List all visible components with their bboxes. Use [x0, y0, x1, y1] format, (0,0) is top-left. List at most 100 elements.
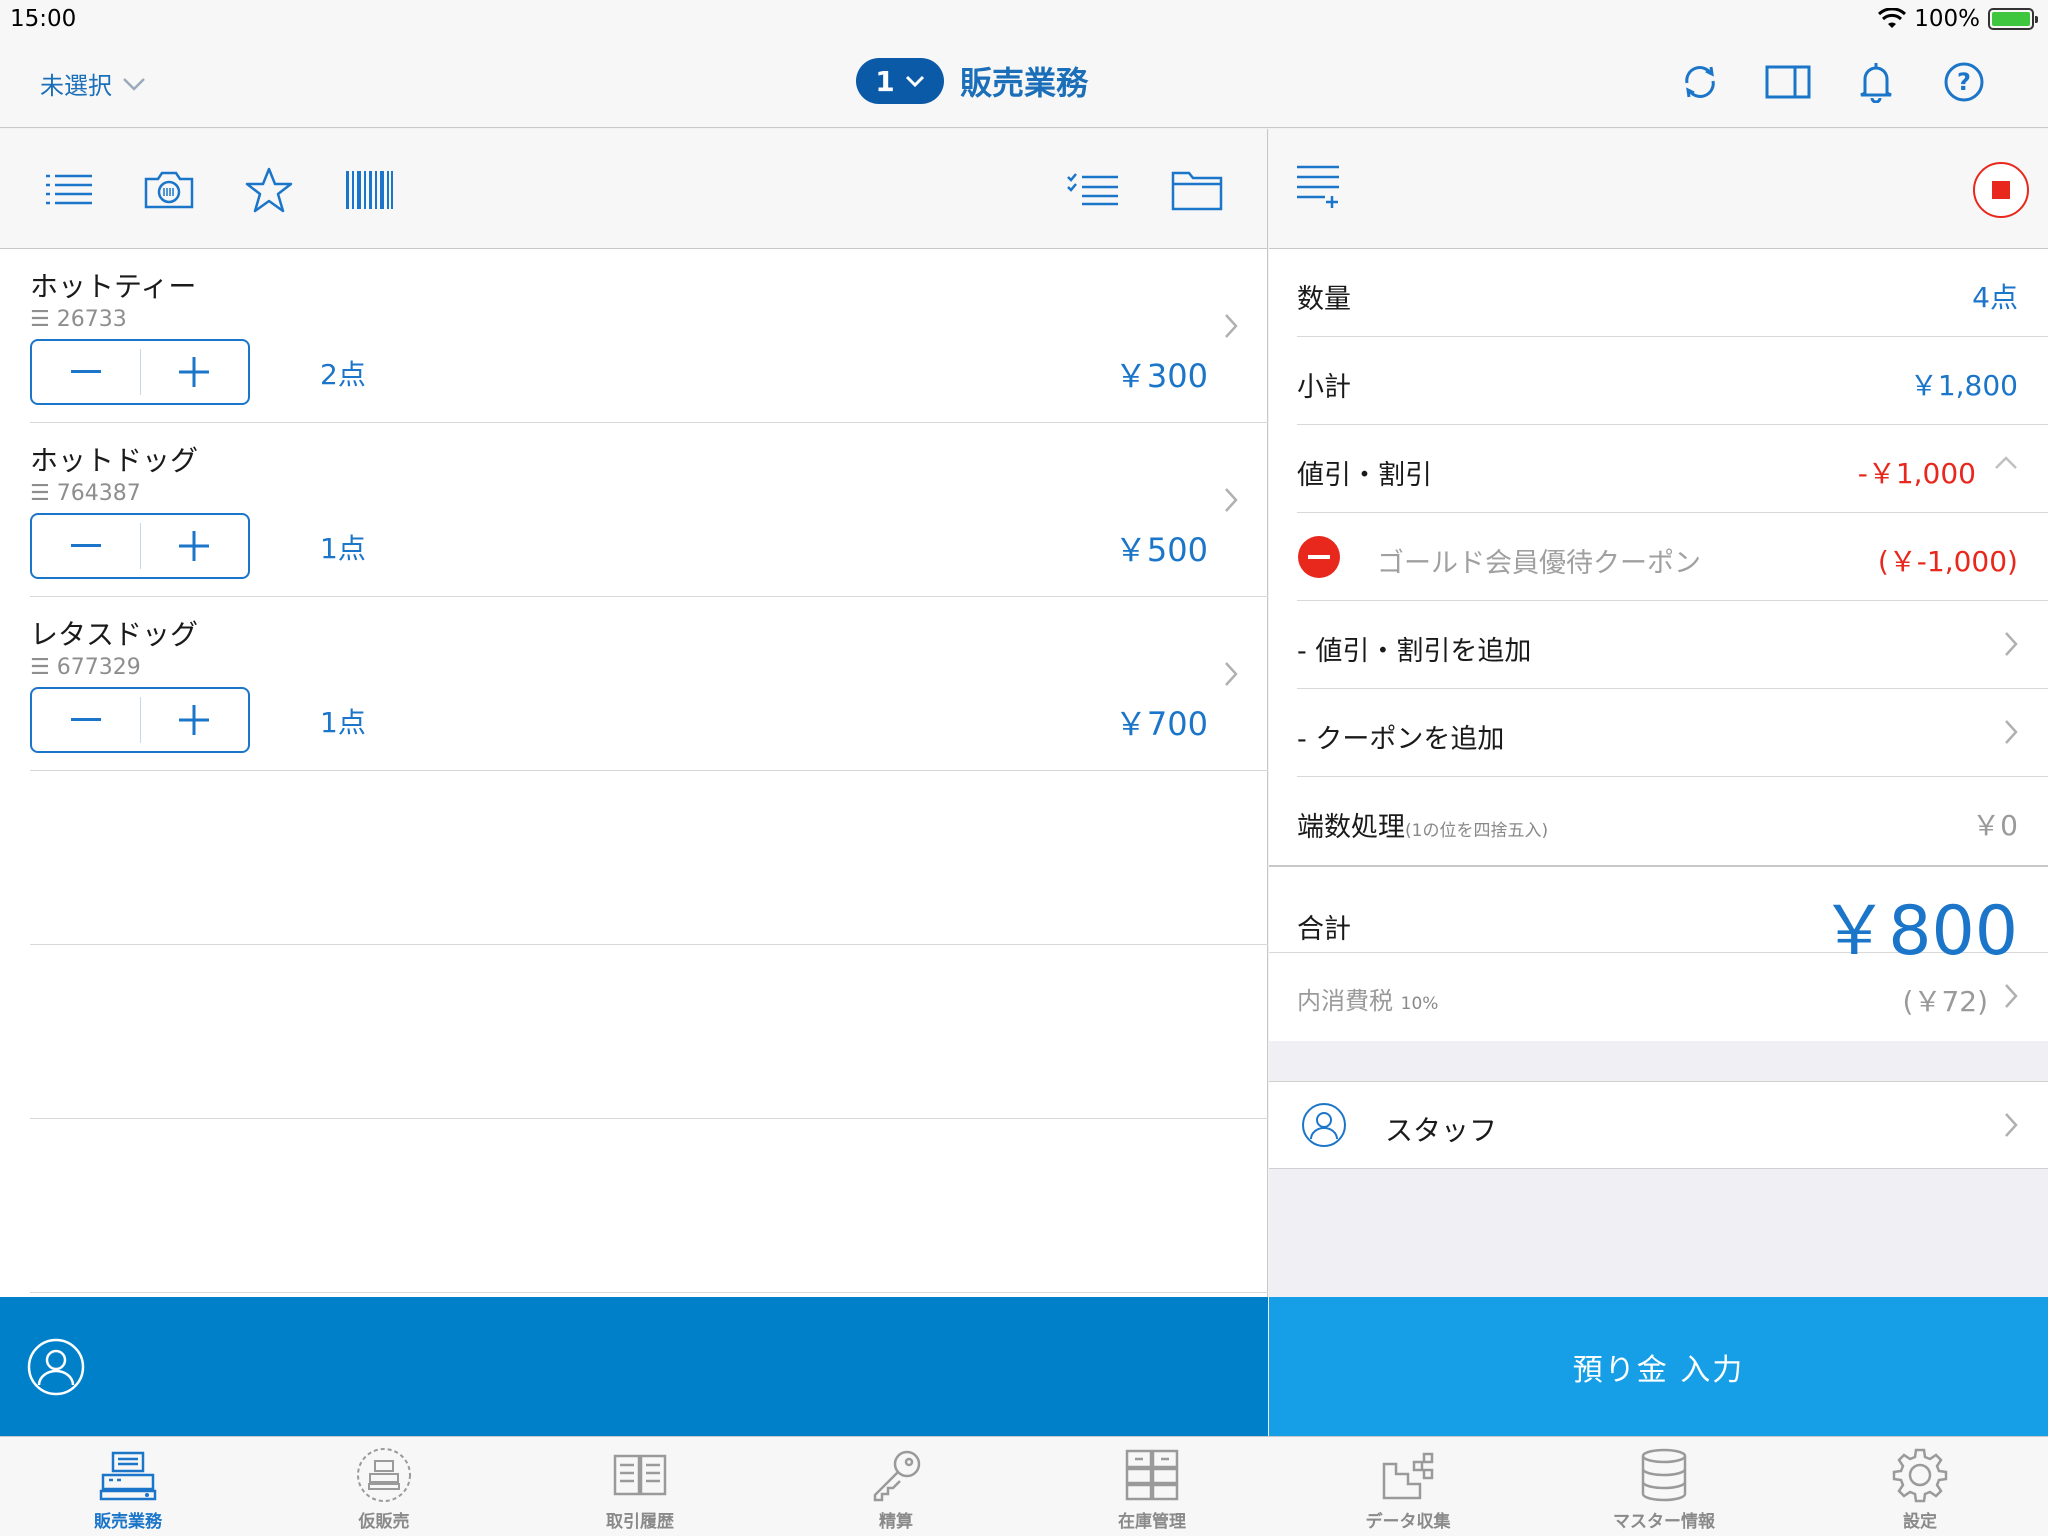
item-code: ☰ 764387	[30, 481, 141, 506]
cart-item-row[interactable]: ホットティー ☰ 26733 2点 ￥300	[30, 249, 1268, 423]
favorites-button[interactable]	[242, 165, 296, 215]
row-divider	[30, 1292, 1268, 1293]
battery-icon	[1988, 8, 2038, 30]
help-button[interactable]: ?	[1940, 58, 1988, 106]
status-time: 15:00	[10, 6, 77, 32]
inventory-icon	[1125, 1449, 1179, 1501]
decrement-button[interactable]	[32, 341, 140, 403]
item-name: ホットティー	[30, 270, 197, 303]
quantity-value: 4点	[1972, 281, 2018, 314]
item-name: レタスドッグ	[30, 618, 199, 651]
tab-label: 精算	[879, 1512, 913, 1532]
discount-row[interactable]: 値引・割引 -￥1,000	[1297, 425, 2048, 513]
tab-label: 設定	[1903, 1512, 1937, 1532]
minus-icon	[70, 370, 101, 373]
summary-list: 数量 4点 小計 ￥1,800 値引・割引 -￥1,000 ゴールド会員優待クー…	[1269, 249, 2048, 1041]
svg-text:?: ?	[1957, 68, 1971, 96]
decrement-button[interactable]	[32, 689, 140, 751]
deposit-input-button[interactable]: 預り金 入力	[1269, 1297, 2048, 1436]
summary-toolbar	[1269, 129, 2048, 249]
cart-item-row[interactable]: ホットドッグ ☰ 764387 1点 ￥500	[30, 423, 1268, 597]
sync-button[interactable]	[1676, 58, 1724, 106]
coupon-row: ゴールド会員優待クーポン (￥-1,000)	[1297, 513, 2048, 601]
increment-button[interactable]	[141, 515, 249, 577]
barcode-button[interactable]	[342, 165, 396, 215]
increment-button[interactable]	[141, 341, 249, 403]
subtotal-label: 小計	[1297, 372, 1351, 403]
row-divider	[30, 1118, 1268, 1119]
chevron-right-icon	[1225, 314, 1238, 338]
item-price: ￥700	[1114, 705, 1208, 743]
rounding-value: ￥0	[1972, 809, 2018, 842]
stop-record-icon[interactable]	[1972, 161, 2030, 219]
star-icon	[245, 167, 293, 213]
quantity-stepper	[30, 513, 250, 579]
chevron-right-icon	[2005, 984, 2018, 1008]
tab-label: 在庫管理	[1118, 1512, 1186, 1532]
cart-toolbar	[0, 129, 1267, 249]
subtotal-value: ￥1,800	[1909, 369, 2018, 402]
category-folder-button[interactable]	[1170, 165, 1224, 215]
add-discount-row[interactable]: - 値引・割引を追加	[1297, 601, 2048, 689]
increment-button[interactable]	[141, 689, 249, 751]
item-code: ☰ 677329	[30, 655, 141, 680]
row-divider	[30, 944, 1268, 945]
tab-settlement[interactable]: 精算	[768, 1437, 1024, 1536]
chevron-right-icon	[2005, 720, 2018, 744]
store-label: 未選択	[40, 72, 112, 100]
battery-percent: 100%	[1914, 6, 1980, 32]
tax-label: 内消費税 10%	[1297, 987, 1439, 1015]
multi-select-button[interactable]	[1066, 165, 1120, 215]
discount-value: -￥1,000	[1857, 457, 1976, 490]
customer-bar[interactable]	[0, 1297, 1268, 1436]
store-selector[interactable]: 未選択	[40, 66, 146, 101]
sync-icon	[1685, 66, 1715, 98]
item-quantity: 1点	[320, 706, 366, 739]
item-price: ￥500	[1114, 531, 1208, 569]
tab-history[interactable]: 取引履歴	[512, 1437, 768, 1536]
deposit-label: 預り金 入力	[1572, 1352, 1745, 1388]
tab-inventory[interactable]: 在庫管理	[1024, 1437, 1280, 1536]
tax-row[interactable]: 内消費税 10% (￥72)	[1297, 953, 2048, 1041]
barcode-icon	[346, 171, 393, 209]
split-view-button[interactable]	[1764, 58, 1812, 106]
key-icon	[873, 1450, 921, 1502]
rounding-note: (1の位を四捨五入)	[1405, 821, 1549, 841]
tab-label: 取引履歴	[606, 1512, 674, 1532]
help-icon: ?	[1944, 62, 1984, 102]
staff-row[interactable]: スタッフ	[1269, 1081, 2048, 1169]
discount-label: 値引・割引	[1297, 460, 1432, 491]
decrement-button[interactable]	[32, 515, 140, 577]
tab-settings[interactable]: 設定	[1792, 1437, 2048, 1536]
add-coupon-row[interactable]: - クーポンを追加	[1297, 689, 2048, 777]
notification-button[interactable]	[1852, 58, 1900, 106]
register-switcher[interactable]: 1 販売業務	[856, 58, 1088, 104]
register-number-pill[interactable]: 1	[856, 58, 944, 104]
add-discount-label: - 値引・割引を追加	[1297, 636, 1532, 667]
quantity-stepper	[30, 339, 250, 405]
plus-icon	[179, 357, 210, 387]
minus-icon	[70, 544, 101, 547]
history-book-icon	[613, 1454, 667, 1496]
item-price: ￥300	[1114, 357, 1208, 395]
add-coupon-label: - クーポンを追加	[1297, 724, 1505, 755]
tab-temp-sale[interactable]: 仮販売	[256, 1437, 512, 1536]
add-memo-icon[interactable]	[1295, 163, 1341, 211]
item-quantity: 1点	[320, 532, 366, 565]
product-list-button[interactable]	[42, 165, 96, 215]
coupon-value: (￥-1,000)	[1877, 545, 2018, 578]
cart-item-row[interactable]: レタスドッグ ☰ 677329 1点 ￥700	[30, 597, 1268, 771]
tab-label: 仮販売	[358, 1512, 410, 1532]
tab-sales[interactable]: 販売業務	[0, 1437, 256, 1536]
remove-coupon-icon[interactable]	[1297, 535, 1341, 579]
customer-icon[interactable]	[26, 1337, 86, 1397]
chevron-down-icon	[905, 75, 924, 88]
nav-bar: 未選択 1 販売業務 ?	[0, 38, 2048, 128]
tab-master-data[interactable]: マスター情報	[1536, 1437, 1792, 1536]
tab-data-collection[interactable]: データ収集	[1280, 1437, 1536, 1536]
coupon-name: ゴールド会員優待クーポン	[1377, 548, 1701, 579]
chevron-up-icon[interactable]	[1994, 455, 2018, 471]
register-number: 1	[875, 64, 895, 98]
camera-scan-button[interactable]	[142, 165, 196, 215]
tab-bar: 販売業務 仮販売 取引履歴 精算 在庫管理 データ収集 マスター情報 設定	[0, 1436, 2048, 1536]
